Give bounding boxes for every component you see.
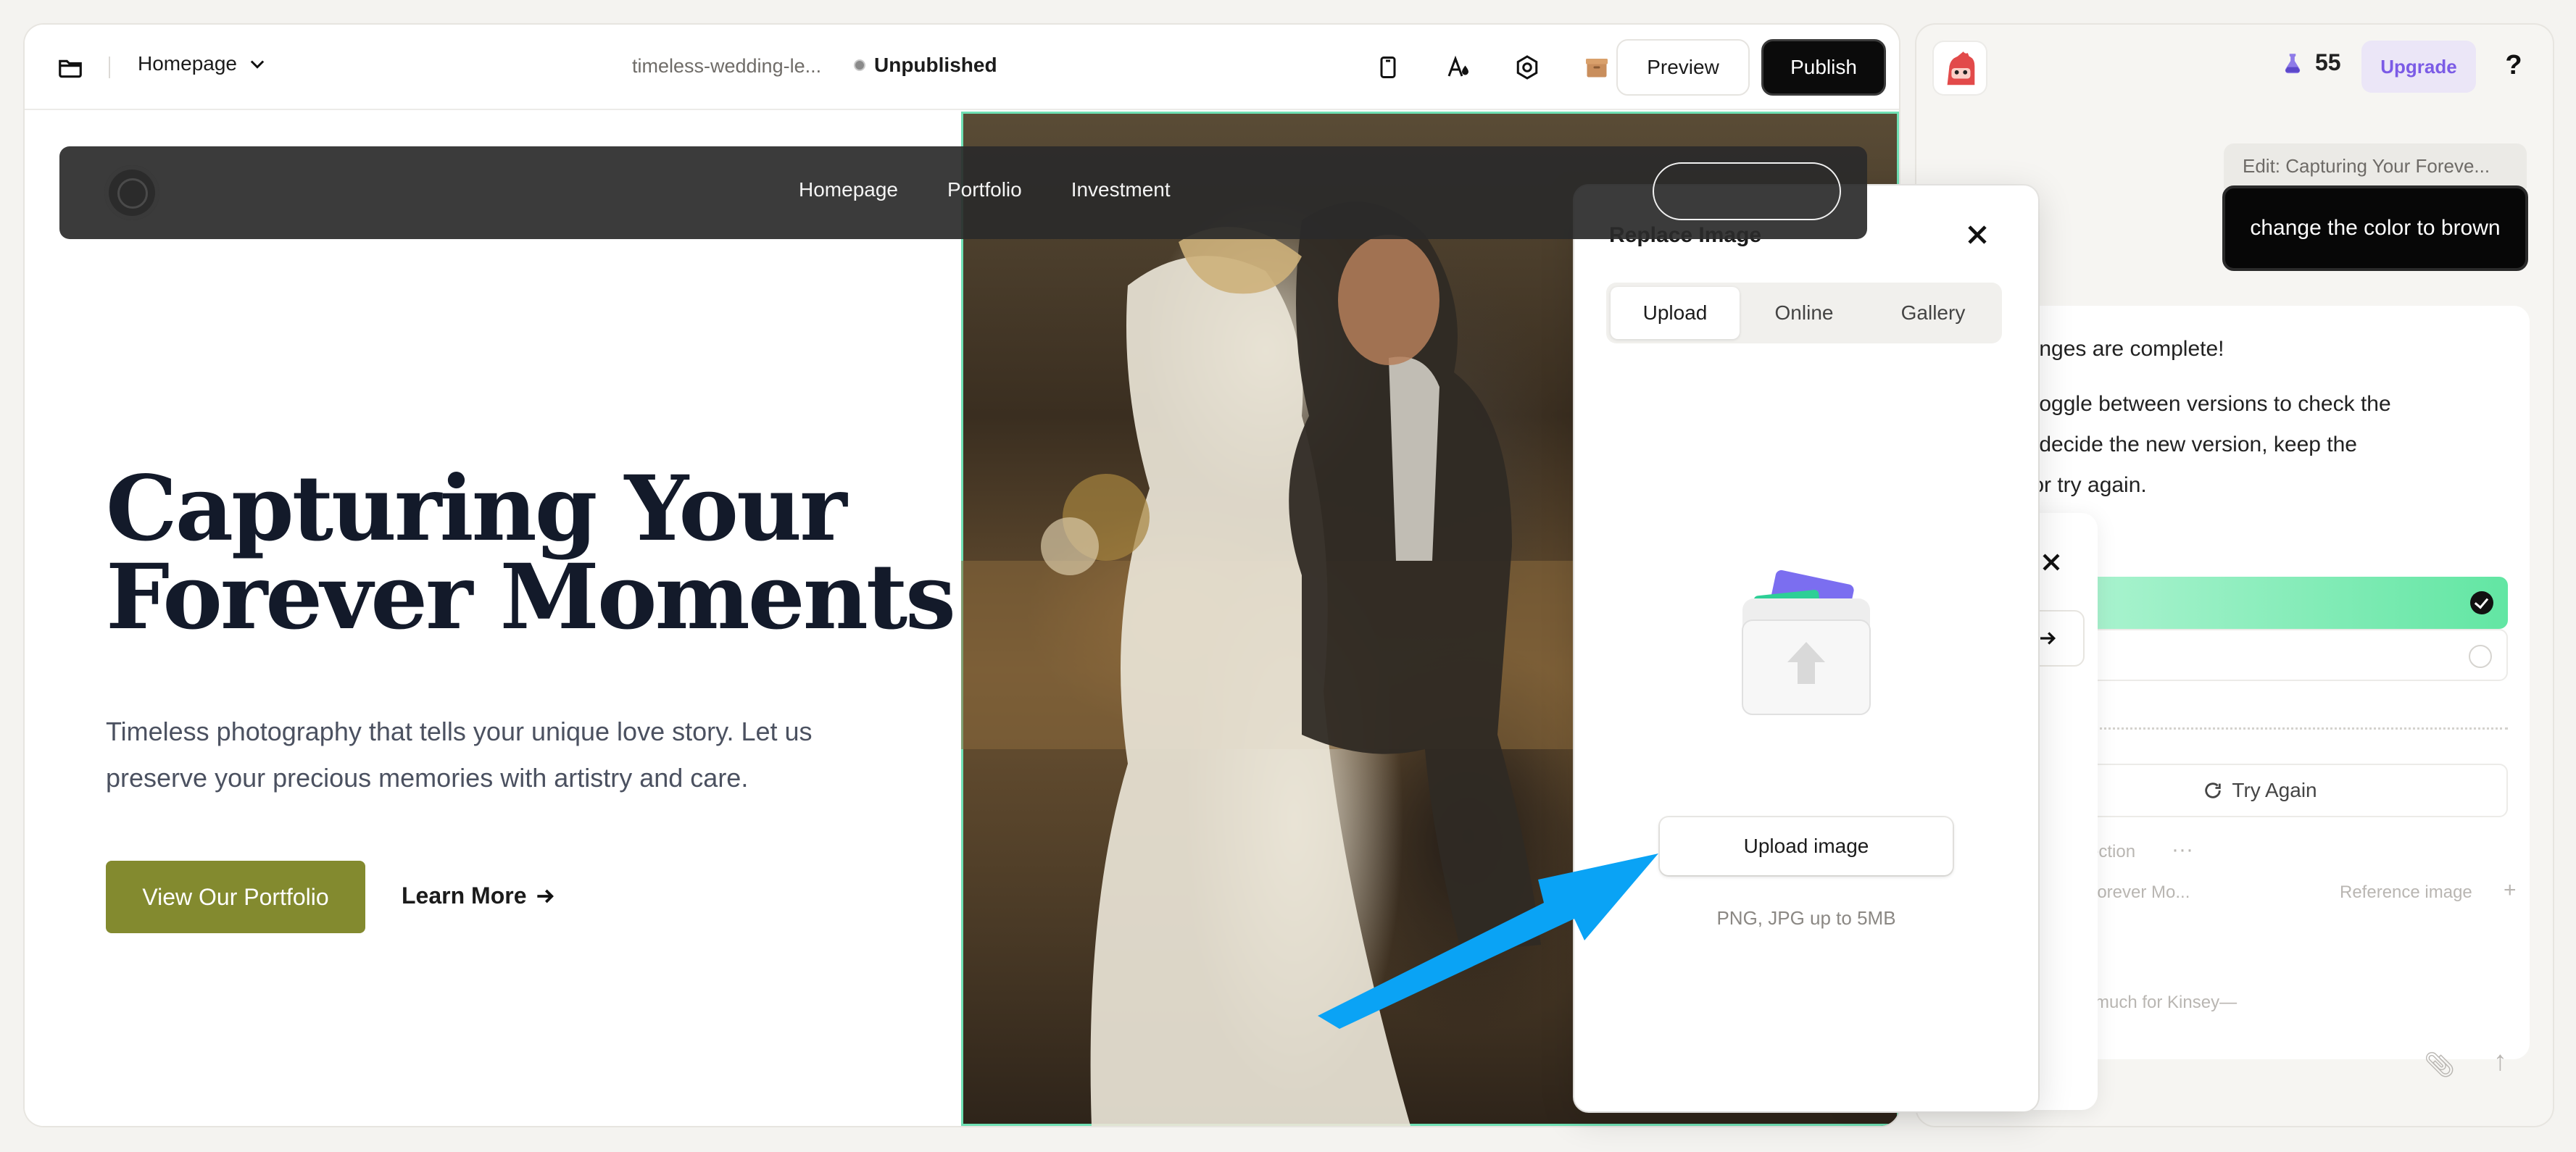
help-icon[interactable]: ? xyxy=(2496,48,2531,83)
view-portfolio-button[interactable]: View Our Portfolio xyxy=(106,861,365,933)
check-circle-icon xyxy=(2470,591,2493,614)
chevron-down-icon xyxy=(250,60,265,69)
ai-message-line: hanges are complete! xyxy=(2015,337,2224,361)
publish-button[interactable]: Publish xyxy=(1761,39,1886,96)
radio-circle-icon xyxy=(2469,645,2492,668)
site-navbar: Homepage Portfolio Investment xyxy=(59,146,1867,239)
faded-reference-image: Reference image xyxy=(2340,882,2472,902)
divider xyxy=(109,57,110,78)
plus-icon: + xyxy=(2504,878,2517,902)
modal-tabs: Upload Online Gallery xyxy=(1606,283,2002,343)
hero-title[interactable]: Capturing Your Forever Moments xyxy=(106,464,961,643)
credits-counter[interactable]: 55 xyxy=(2280,49,2341,76)
assistant-avatar[interactable] xyxy=(1934,42,1986,94)
upgrade-button[interactable]: Upgrade xyxy=(2361,41,2476,93)
arrow-right-icon xyxy=(537,889,554,903)
mascot-icon xyxy=(1947,47,1975,85)
package-box-icon[interactable] xyxy=(1582,52,1612,83)
site-url[interactable]: timeless-wedding-le... xyxy=(632,55,821,78)
hero-title-line-2: Forever Moments xyxy=(106,545,956,650)
site-logo[interactable] xyxy=(104,165,159,220)
close-icon[interactable] xyxy=(2037,548,2066,577)
theme-style-icon[interactable] xyxy=(1442,52,1473,83)
tab-online[interactable]: Online xyxy=(1740,287,1869,339)
tab-gallery[interactable]: Gallery xyxy=(1869,287,1998,339)
status-dot-icon xyxy=(854,59,865,71)
upload-folder-icon xyxy=(1742,569,1871,715)
preview-button[interactable]: Preview xyxy=(1616,39,1750,96)
learn-more-label: Learn More xyxy=(402,882,527,909)
nav-link-portfolio[interactable]: Portfolio xyxy=(947,178,1022,201)
tab-upload[interactable]: Upload xyxy=(1611,287,1740,339)
upload-image-button[interactable]: Upload image xyxy=(1660,817,1953,875)
user-message: change the color to brown xyxy=(2222,185,2528,271)
page-selector-label: Homepage xyxy=(138,52,237,75)
more-options-icon: ··· xyxy=(2172,838,2193,861)
learn-more-link[interactable]: Learn More xyxy=(402,882,557,909)
status-label: Unpublished xyxy=(874,54,997,76)
nav-link-investment[interactable]: Investment xyxy=(1071,178,1171,201)
edit-context-chip: Edit: Capturing Your Foreve... xyxy=(2224,143,2527,188)
attach-icon: 📎︎ xyxy=(2424,1051,2456,1079)
settings-icon[interactable] xyxy=(1512,52,1542,83)
close-icon[interactable] xyxy=(1961,219,1993,251)
refresh-icon xyxy=(2205,782,2222,798)
ai-message-line: to decide the new version, keep the xyxy=(2015,433,2357,456)
try-again-label: Try Again xyxy=(2232,779,2317,801)
nav-cta-button[interactable] xyxy=(1653,162,1841,220)
nav-link-homepage[interactable]: Homepage xyxy=(799,178,898,201)
upload-hint: PNG, JPG up to 5MB xyxy=(1716,907,1896,929)
site-nav-links: Homepage Portfolio Investment xyxy=(799,178,1171,201)
credits-value: 55 xyxy=(2315,49,2341,75)
page-selector[interactable]: Homepage xyxy=(138,52,267,75)
ai-message-line: n toggle between versions to check the xyxy=(2015,392,2391,416)
replace-image-modal: Replace Image Upload Online Gallery Uplo… xyxy=(1574,185,2038,1111)
hero-subtitle[interactable]: Timeless photography that tells your uni… xyxy=(106,709,874,801)
editor-topbar: Homepage timeless-wedding-le... Unpublis… xyxy=(25,25,1899,110)
potion-icon xyxy=(2285,53,2301,73)
mobile-preview-icon[interactable] xyxy=(1373,52,1403,83)
faded-caption: much for Kinsey— xyxy=(2095,993,2238,1012)
publish-status: Unpublished xyxy=(854,54,997,77)
folder-icon[interactable] xyxy=(57,54,84,81)
send-arrow-icon: ↑ xyxy=(2493,1046,2507,1077)
